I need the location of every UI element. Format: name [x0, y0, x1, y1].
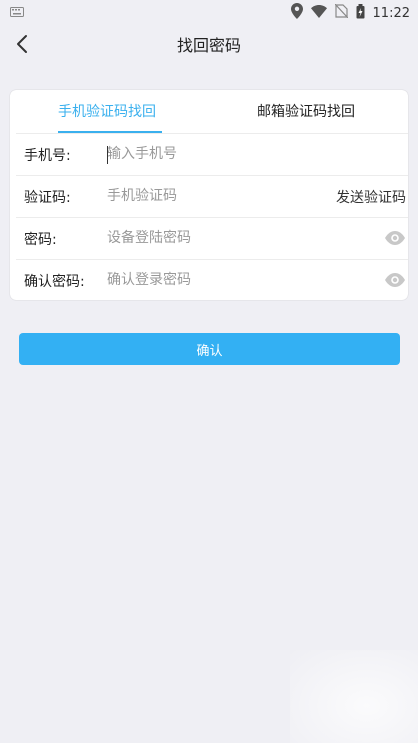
nav-bar: 找回密码 [0, 24, 418, 64]
confirm-password-row: 确认密码: [16, 259, 408, 301]
phone-input[interactable] [107, 143, 307, 165]
password-input[interactable] [107, 227, 307, 249]
send-code-button[interactable]: 发送验证码 [336, 187, 406, 207]
location-icon [290, 3, 303, 23]
status-time: 11:22 [372, 5, 410, 21]
eye-icon[interactable] [384, 230, 406, 246]
confirm-password-input[interactable] [107, 269, 307, 291]
confirm-button[interactable]: 确认 [19, 333, 400, 365]
code-label: 验证码: [24, 190, 71, 206]
keyboard-icon [10, 6, 24, 21]
form-card: 手机验证码找回 邮箱验证码找回 手机号: 验证码: 发送验证码 密码: 确认密码… [10, 90, 408, 300]
code-input[interactable] [107, 185, 307, 207]
password-label: 密码: [24, 232, 57, 248]
page-title: 找回密码 [176, 36, 241, 55]
confirm-password-label: 确认密码: [24, 274, 85, 290]
eye-icon[interactable] [384, 272, 406, 288]
tab-bar: 手机验证码找回 邮箱验证码找回 [10, 90, 408, 133]
corner-glow [290, 650, 418, 743]
status-bar: 11:22 [0, 0, 418, 24]
password-row: 密码: [16, 217, 408, 259]
wifi-icon [310, 4, 327, 22]
battery-icon [356, 3, 365, 23]
code-row: 验证码: 发送验证码 [16, 175, 408, 217]
tab-phone-recovery[interactable]: 手机验证码找回 [58, 101, 156, 121]
phone-label: 手机号: [24, 148, 71, 164]
phone-row: 手机号: [16, 133, 408, 175]
text-cursor [107, 146, 108, 164]
tab-email-recovery[interactable]: 邮箱验证码找回 [257, 101, 355, 121]
no-sim-icon [334, 3, 348, 22]
